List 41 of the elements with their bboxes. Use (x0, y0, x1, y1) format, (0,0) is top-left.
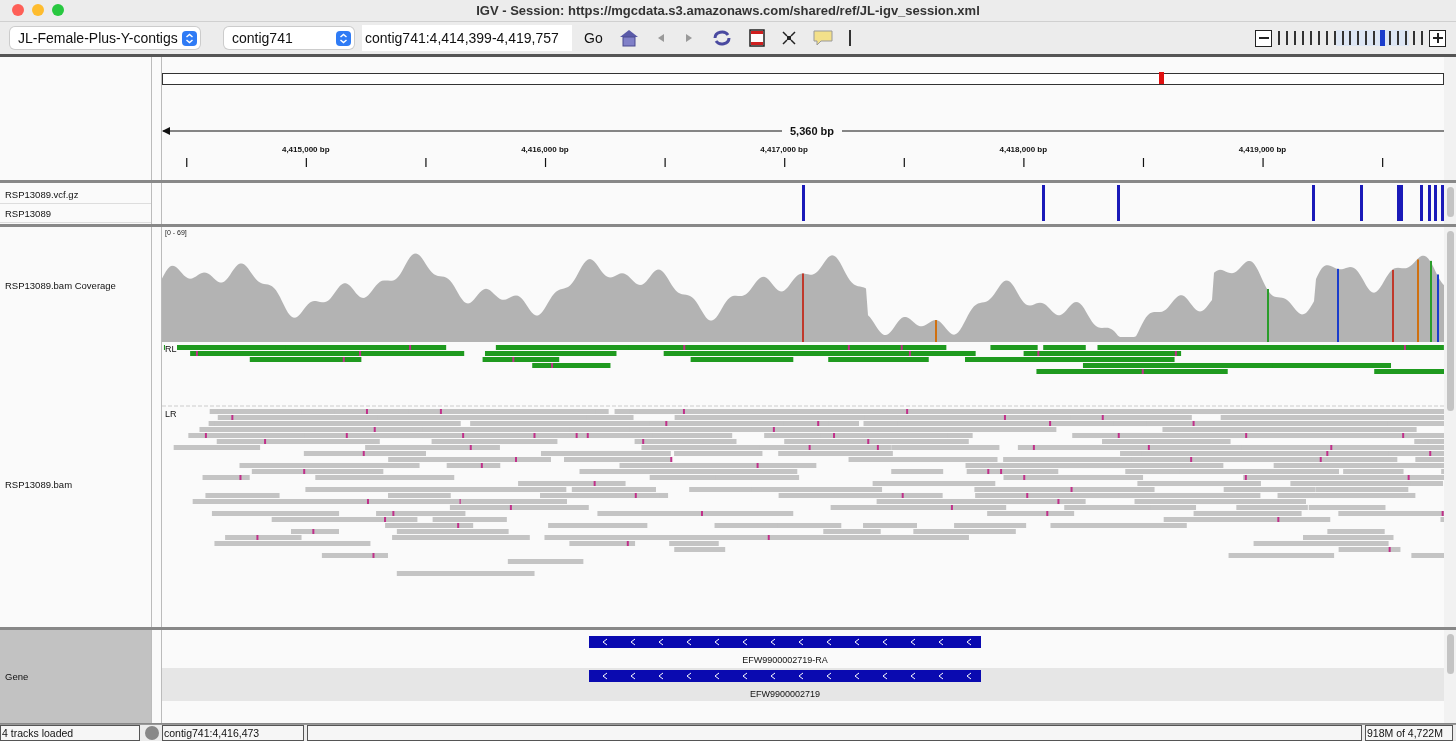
track-name: RSP13089.bam Coverage (4, 280, 117, 292)
memory-readout: 918M of 4,722M (1365, 725, 1453, 741)
track-name: RSP13089.vcf.gz (4, 188, 79, 200)
zoom-thumb[interactable] (1379, 30, 1385, 47)
ruler-tick-label: 4,417,000 bp (760, 145, 808, 155)
zoom-in-button[interactable] (1429, 29, 1446, 47)
group-label: LR (165, 409, 177, 420)
window-title: IGV - Session: https://mgcdata.s3.amazonaws.com/shared/ref/JL-igv_session.xml (475, 3, 981, 18)
status-indicator-icon (145, 726, 159, 741)
scrollbar[interactable] (1444, 183, 1456, 225)
zoom-out-button[interactable] (1255, 29, 1272, 47)
dropdown-arrows-icon (336, 30, 351, 46)
scrollbar[interactable] (1444, 227, 1456, 628)
gene-label: EFW9900002719-RA (742, 655, 828, 666)
scrollbar[interactable] (1444, 630, 1456, 724)
group-label: RL (165, 344, 177, 355)
close-icon[interactable] (12, 4, 24, 17)
track-name: RSP13089.bam (4, 479, 74, 491)
gene-label: EFW9900002719 (749, 689, 821, 700)
gene-feature[interactable] (589, 670, 981, 683)
plus-icon (1432, 33, 1443, 44)
ruler-tick-label: 4,418,000 bp (999, 145, 1048, 155)
track-name: RSP13089 (4, 207, 51, 219)
genome-dropdown[interactable]: JL-Female-Plus-Y-contigs (10, 27, 200, 50)
ruler-tick-label: 4,416,000 bp (521, 145, 569, 155)
dropdown-arrows-icon (182, 30, 197, 46)
scrollbar-thumb[interactable] (1446, 187, 1454, 218)
track-name: Gene (4, 671, 30, 683)
status-message: 4 tracks loaded (0, 725, 140, 741)
gene-feature[interactable] (589, 636, 981, 649)
scrollbar-thumb[interactable] (1446, 634, 1454, 675)
ruler-tick-label: 4,415,000 bp (281, 145, 330, 155)
chromosome-dropdown[interactable]: contig741 (224, 27, 354, 50)
scrollbar-thumb[interactable] (1446, 231, 1454, 412)
ruler-tick-label: 4,419,000 bp (1238, 145, 1287, 155)
maximize-icon[interactable] (52, 4, 64, 17)
go-button[interactable]: Go (580, 30, 607, 47)
scrollbar[interactable] (1444, 57, 1456, 181)
zoom-slider[interactable] (1278, 30, 1423, 47)
position-readout: contig741:4,416,473 (162, 725, 304, 741)
locus-field[interactable]: contig741:4,414,399-4,419,757 (362, 25, 572, 52)
